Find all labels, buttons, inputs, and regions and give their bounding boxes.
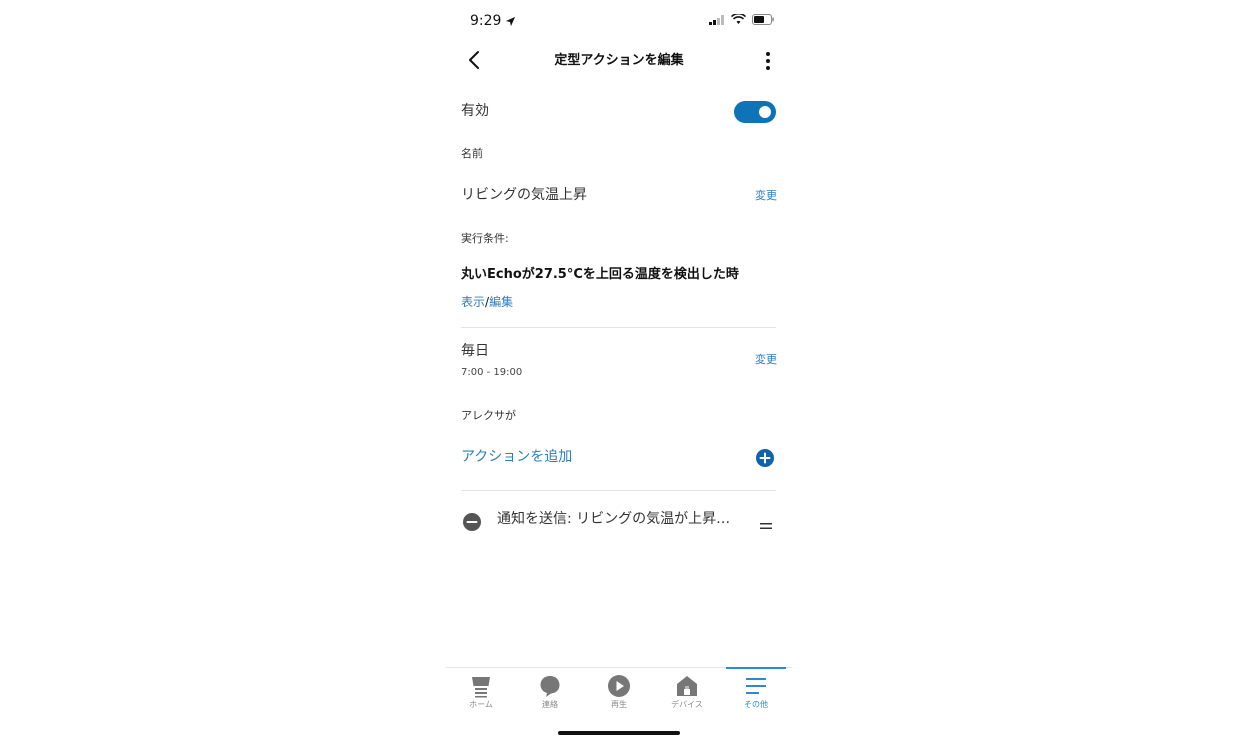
divider xyxy=(461,327,776,328)
menu-icon xyxy=(746,678,766,694)
reorder-handle[interactable] xyxy=(759,516,773,529)
tab-devices[interactable]: デバイス xyxy=(657,668,717,718)
tab-label: 連絡 xyxy=(542,700,558,709)
home-indicator xyxy=(558,731,680,735)
condition-label: 実行条件: xyxy=(461,232,509,245)
more-options-button[interactable] xyxy=(758,50,778,72)
home-icon xyxy=(472,677,490,698)
chat-bubble-icon xyxy=(540,676,560,697)
plus-icon xyxy=(759,452,771,464)
tab-label: デバイス xyxy=(671,700,703,709)
schedule-time: 7:00 - 19:00 xyxy=(461,367,523,378)
name-label: 名前 xyxy=(461,147,483,160)
tab-communicate[interactable]: 連絡 xyxy=(520,668,580,718)
tab-label: ホーム xyxy=(469,700,493,709)
drag-handle-icon xyxy=(760,523,772,529)
condition-text: 丸いEchoが27.5°Cを上回る温度を検出した時 xyxy=(461,267,739,282)
tab-bar: ホーム 連絡 再生 デバイス その他 xyxy=(446,667,792,718)
view-link[interactable]: 表示 xyxy=(461,295,485,309)
wifi-icon xyxy=(731,14,746,24)
tab-home[interactable]: ホーム xyxy=(451,668,511,718)
phone-screen: 9:29 定型アクションを編集 有効 名前 リビングの気温上昇 変更 実行条件:… xyxy=(446,0,792,743)
status-icons xyxy=(709,14,774,25)
condition-view-edit: 表示/編集 xyxy=(461,293,513,310)
tab-more[interactable]: その他 xyxy=(726,667,786,718)
tab-label: 再生 xyxy=(611,700,627,709)
location-arrow-icon xyxy=(506,16,516,26)
tab-play[interactable]: 再生 xyxy=(589,668,649,718)
battery-icon xyxy=(752,14,774,25)
minus-icon xyxy=(466,521,478,523)
schedule-title: 毎日 xyxy=(461,343,489,359)
enabled-label: 有効 xyxy=(461,103,489,119)
action-item-text[interactable]: 通知を送信: リビングの気温が上昇… xyxy=(497,508,730,528)
active-tab-indicator xyxy=(726,667,786,669)
add-action-link[interactable]: アクションを追加 xyxy=(461,446,572,466)
alexa-label: アレクサが xyxy=(461,409,516,422)
more-vertical-icon xyxy=(766,52,770,70)
schedule-change-link[interactable]: 変更 xyxy=(755,351,777,367)
divider xyxy=(461,490,776,491)
edit-link[interactable]: 編集 xyxy=(489,295,513,309)
play-icon xyxy=(608,675,630,697)
add-action-button[interactable] xyxy=(756,449,774,467)
devices-house-icon xyxy=(677,676,697,696)
remove-action-button[interactable] xyxy=(463,513,481,531)
enabled-toggle[interactable] xyxy=(734,101,776,123)
tab-label: その他 xyxy=(744,700,768,709)
name-change-link[interactable]: 変更 xyxy=(755,187,777,203)
page-title: 定型アクションを編集 xyxy=(554,53,684,68)
signal-icon xyxy=(709,14,724,25)
status-time: 9:29 xyxy=(470,13,516,29)
routine-name: リビングの気温上昇 xyxy=(461,187,587,203)
toggle-knob xyxy=(759,106,771,118)
